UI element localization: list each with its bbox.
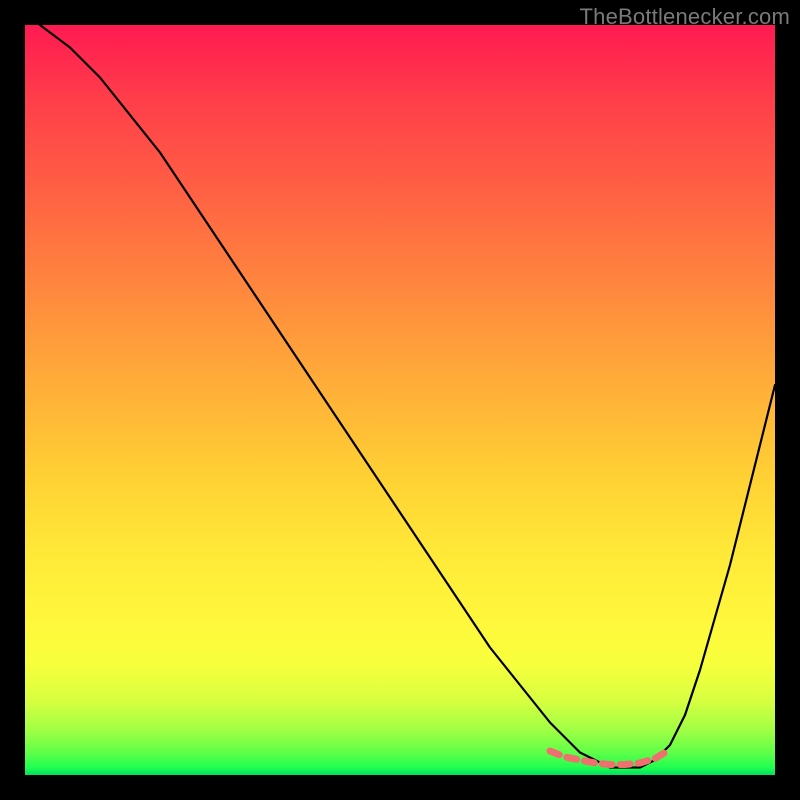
chart-frame: TheBottlenecker.com xyxy=(0,0,800,800)
bottleneck-curve xyxy=(40,25,775,768)
plot-area xyxy=(25,25,775,775)
curve-layer xyxy=(25,25,775,775)
